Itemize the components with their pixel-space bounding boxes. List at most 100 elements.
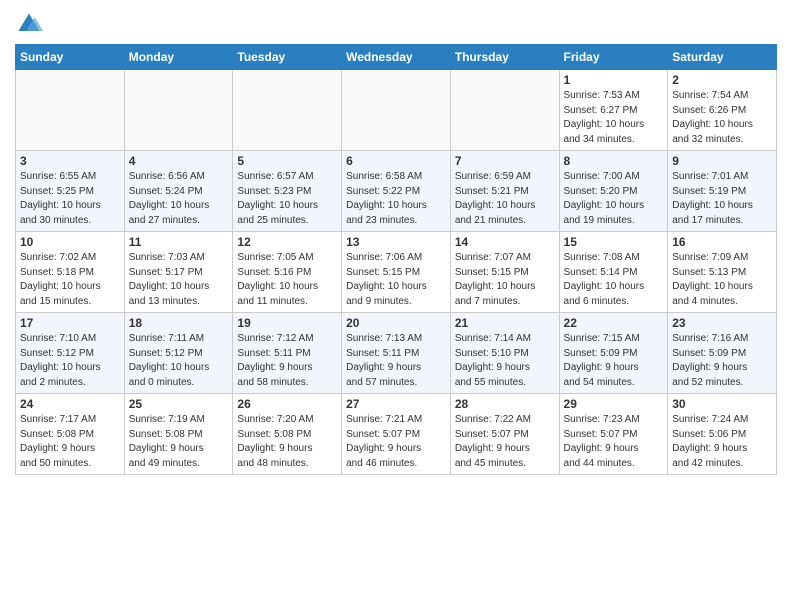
day-number: 16 [672,235,772,249]
day-info: Sunrise: 6:56 AM Sunset: 5:24 PM Dayligh… [129,170,229,228]
day-cell: 18 Sunrise: 7:11 AM Sunset: 5:12 PM Dayli… [124,313,233,394]
day-info: Sunrise: 7:01 AM Sunset: 5:19 PM Dayligh… [672,170,772,228]
day-cell [124,70,233,151]
day-info: Sunrise: 7:10 AM Sunset: 5:12 PM Dayligh… [20,332,120,390]
day-number: 15 [564,235,664,249]
day-info: Sunrise: 7:54 AM Sunset: 6:26 PM Dayligh… [672,89,772,147]
header-row: SundayMondayTuesdayWednesdayThursdayFrid… [16,45,777,70]
day-info: Sunrise: 6:55 AM Sunset: 5:25 PM Dayligh… [20,170,120,228]
logo [15,10,46,38]
day-cell: 11Sunrise: 7:03 AM Sunset: 5:17 PM Dayli… [124,232,233,313]
day-cell: 1 Sunrise: 7:53 AM Sunset: 6:27 PM Daylig… [559,70,668,151]
day-info: Sunrise: 7:07 AM Sunset: 5:15 PM Dayligh… [455,251,555,309]
day-info: Sunrise: 7:13 AM Sunset: 5:11 PM Dayligh… [346,332,446,390]
day-info: Sunrise: 7:17 AM Sunset: 5:08 PM Dayligh… [20,413,120,471]
day-number: 2 [672,73,772,87]
day-number: 29 [564,397,664,411]
day-info: Sunrise: 7:19 AM Sunset: 5:08 PM Dayligh… [129,413,229,471]
day-header-monday: Monday [124,45,233,70]
page: SundayMondayTuesdayWednesdayThursdayFrid… [0,0,792,485]
day-cell: 23 Sunrise: 7:16 AM Sunset: 5:09 PM Dayli… [668,313,777,394]
day-number: 8 [564,154,664,168]
day-cell: 2 Sunrise: 7:54 AM Sunset: 6:26 PM Daylig… [668,70,777,151]
day-number: 3 [20,154,120,168]
day-info: Sunrise: 7:08 AM Sunset: 5:14 PM Dayligh… [564,251,664,309]
day-cell: 26 Sunrise: 7:20 AM Sunset: 5:08 PM Dayli… [233,394,342,475]
day-number: 17 [20,316,120,330]
day-cell: 28 Sunrise: 7:22 AM Sunset: 5:07 PM Dayli… [450,394,559,475]
day-cell: 14 Sunrise: 7:07 AM Sunset: 5:15 PM Dayli… [450,232,559,313]
day-number: 20 [346,316,446,330]
day-number: 4 [129,154,229,168]
day-info: Sunrise: 7:06 AM Sunset: 5:15 PM Dayligh… [346,251,446,309]
day-header-saturday: Saturday [668,45,777,70]
day-cell: 20 Sunrise: 7:13 AM Sunset: 5:11 PM Dayli… [342,313,451,394]
day-header-sunday: Sunday [16,45,125,70]
day-number: 9 [672,154,772,168]
day-cell: 9 Sunrise: 7:01 AM Sunset: 5:19 PM Daylig… [668,151,777,232]
day-cell [233,70,342,151]
day-cell: 30Sunrise: 7:24 AM Sunset: 5:06 PM Dayli… [668,394,777,475]
day-info: Sunrise: 6:57 AM Sunset: 5:23 PM Dayligh… [237,170,337,228]
day-cell: 13 Sunrise: 7:06 AM Sunset: 5:15 PM Dayli… [342,232,451,313]
day-number: 25 [129,397,229,411]
day-cell: 29Sunrise: 7:23 AM Sunset: 5:07 PM Dayli… [559,394,668,475]
day-cell: 22Sunrise: 7:15 AM Sunset: 5:09 PM Dayli… [559,313,668,394]
day-cell: 12Sunrise: 7:05 AM Sunset: 5:16 PM Dayli… [233,232,342,313]
week-row-2: 10Sunrise: 7:02 AM Sunset: 5:18 PM Dayli… [16,232,777,313]
day-info: Sunrise: 6:59 AM Sunset: 5:21 PM Dayligh… [455,170,555,228]
day-info: Sunrise: 7:20 AM Sunset: 5:08 PM Dayligh… [237,413,337,471]
week-row-0: 1 Sunrise: 7:53 AM Sunset: 6:27 PM Daylig… [16,70,777,151]
day-cell: 21 Sunrise: 7:14 AM Sunset: 5:10 PM Dayli… [450,313,559,394]
day-info: Sunrise: 7:12 AM Sunset: 5:11 PM Dayligh… [237,332,337,390]
day-info: Sunrise: 7:22 AM Sunset: 5:07 PM Dayligh… [455,413,555,471]
logo-icon [15,10,43,38]
day-number: 14 [455,235,555,249]
day-number: 27 [346,397,446,411]
day-info: Sunrise: 7:14 AM Sunset: 5:10 PM Dayligh… [455,332,555,390]
day-cell [450,70,559,151]
day-number: 24 [20,397,120,411]
day-info: Sunrise: 7:00 AM Sunset: 5:20 PM Dayligh… [564,170,664,228]
day-header-friday: Friday [559,45,668,70]
day-number: 13 [346,235,446,249]
day-info: Sunrise: 7:11 AM Sunset: 5:12 PM Dayligh… [129,332,229,390]
day-number: 28 [455,397,555,411]
day-info: Sunrise: 7:16 AM Sunset: 5:09 PM Dayligh… [672,332,772,390]
day-cell: 8 Sunrise: 7:00 AM Sunset: 5:20 PM Daylig… [559,151,668,232]
day-cell: 15 Sunrise: 7:08 AM Sunset: 5:14 PM Dayli… [559,232,668,313]
week-row-3: 17 Sunrise: 7:10 AM Sunset: 5:12 PM Dayli… [16,313,777,394]
day-cell: 27 Sunrise: 7:21 AM Sunset: 5:07 PM Dayli… [342,394,451,475]
day-number: 21 [455,316,555,330]
day-cell: 16 Sunrise: 7:09 AM Sunset: 5:13 PM Dayli… [668,232,777,313]
day-cell: 4 Sunrise: 6:56 AM Sunset: 5:24 PM Daylig… [124,151,233,232]
day-number: 30 [672,397,772,411]
calendar-table: SundayMondayTuesdayWednesdayThursdayFrid… [15,44,777,475]
day-info: Sunrise: 7:02 AM Sunset: 5:18 PM Dayligh… [20,251,120,309]
day-number: 23 [672,316,772,330]
day-cell: 19 Sunrise: 7:12 AM Sunset: 5:11 PM Dayli… [233,313,342,394]
day-info: Sunrise: 7:09 AM Sunset: 5:13 PM Dayligh… [672,251,772,309]
day-header-tuesday: Tuesday [233,45,342,70]
day-cell: 5Sunrise: 6:57 AM Sunset: 5:23 PM Daylig… [233,151,342,232]
day-cell: 25 Sunrise: 7:19 AM Sunset: 5:08 PM Dayli… [124,394,233,475]
day-number: 1 [564,73,664,87]
day-number: 6 [346,154,446,168]
day-info: Sunrise: 6:58 AM Sunset: 5:22 PM Dayligh… [346,170,446,228]
day-header-wednesday: Wednesday [342,45,451,70]
day-number: 26 [237,397,337,411]
day-cell: 24 Sunrise: 7:17 AM Sunset: 5:08 PM Dayli… [16,394,125,475]
day-header-thursday: Thursday [450,45,559,70]
day-cell: 7Sunrise: 6:59 AM Sunset: 5:21 PM Daylig… [450,151,559,232]
day-cell [16,70,125,151]
day-number: 22 [564,316,664,330]
day-cell: 10Sunrise: 7:02 AM Sunset: 5:18 PM Dayli… [16,232,125,313]
day-info: Sunrise: 7:21 AM Sunset: 5:07 PM Dayligh… [346,413,446,471]
day-number: 12 [237,235,337,249]
day-info: Sunrise: 7:53 AM Sunset: 6:27 PM Dayligh… [564,89,664,147]
week-row-1: 3 Sunrise: 6:55 AM Sunset: 5:25 PM Daylig… [16,151,777,232]
day-number: 18 [129,316,229,330]
day-number: 11 [129,235,229,249]
day-cell: 3 Sunrise: 6:55 AM Sunset: 5:25 PM Daylig… [16,151,125,232]
day-number: 19 [237,316,337,330]
